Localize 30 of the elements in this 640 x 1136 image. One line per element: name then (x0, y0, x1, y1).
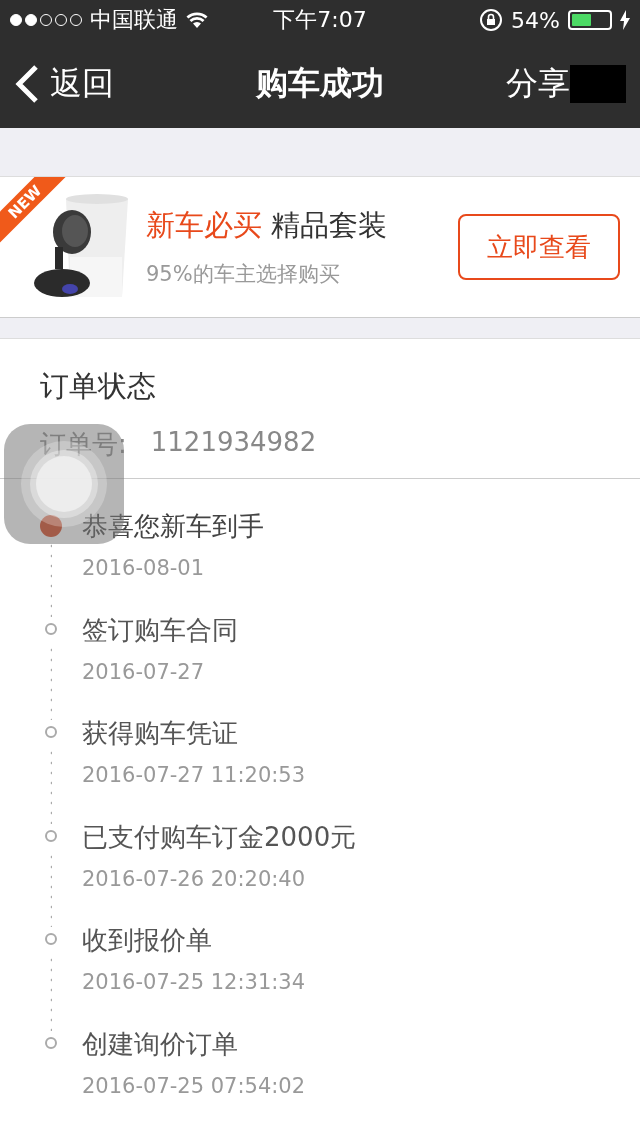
step-title: 已支付购车订金2000元 (82, 820, 357, 854)
section-title: 订单状态 (40, 368, 157, 405)
step-date: 2016-07-25 07:54:02 (82, 1073, 306, 1098)
step-date: 2016-07-27 11:20:53 (82, 763, 306, 787)
signal-dot (25, 14, 37, 26)
clock-time: 下午7:07 (273, 7, 367, 32)
signal-dot (10, 14, 22, 26)
step-title: 获得购车凭证 (82, 717, 239, 750)
page-title: 购车成功 (256, 64, 384, 102)
back-button[interactable]: 返回 (14, 62, 114, 106)
step-date: 2016-08-01 (82, 556, 206, 580)
promo-subtitle: 95%的车主选择购买 (146, 261, 341, 288)
wifi-icon (186, 11, 208, 29)
promo-headline: 新车必买 精品套装 (146, 207, 389, 244)
carrier-name: 中国联通 (90, 6, 178, 34)
step-date: 2016-07-26 20:20:40 (82, 866, 307, 891)
chevron-left-icon (14, 64, 40, 104)
battery-percent: 54% (511, 7, 560, 33)
redaction-block (570, 65, 626, 103)
battery-icon (568, 10, 612, 30)
order-number: 1121934982 (150, 427, 317, 459)
step-date: 2016-07-27 (82, 659, 206, 684)
charging-icon (620, 10, 630, 30)
share-button[interactable]: 分享 (506, 62, 570, 106)
view-now-button[interactable]: 立即查看 (458, 214, 620, 280)
step-title: 创建询价订单 (82, 1027, 239, 1061)
step-date: 2016-07-25 12:31:34 (82, 970, 306, 994)
step-title: 签订购车合同 (82, 613, 238, 647)
rotation-lock-icon (479, 8, 504, 32)
step-title: 收到报价单 (82, 924, 213, 957)
